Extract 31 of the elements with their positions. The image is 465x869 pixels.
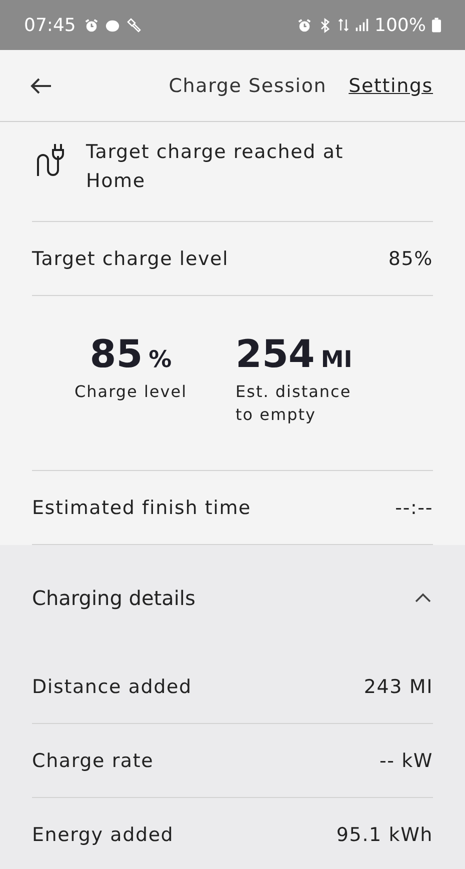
signal-icon [354,18,369,32]
row-label: Target charge level [32,248,229,270]
stat-label: Est. distance to empty [236,381,352,426]
row-value: 243 MI [364,676,433,698]
stat-unit: MI [320,347,352,373]
section-title: Charging details [32,586,196,610]
stat-label: Charge level [74,381,188,403]
alarm-icon [296,18,312,32]
row-value: --:-- [395,496,433,518]
stat-value: 254 [236,332,315,376]
row-value: -- kW [379,750,433,772]
stat-value: 85 [90,332,143,376]
row-label: Energy added [32,824,174,846]
battery-percent: 100% [374,14,426,36]
row-label: Estimated finish time [32,496,252,518]
notice-text: Target charge reached at Home [86,140,345,194]
section-toggle[interactable]: Charging details [32,545,433,650]
screen-title: Charge Session [168,74,327,96]
plug-icon [36,142,66,178]
clock-time: 07:45 [24,14,76,36]
settings-link[interactable]: Settings [348,74,433,96]
watch-badge-icon [104,18,120,32]
row-label: Charge rate [32,750,154,772]
stat-unit: % [148,347,172,373]
row-label: Distance added [32,676,192,698]
row-value: 95.1 kWh [336,824,433,846]
alarm-icon [84,18,99,32]
flashlight-icon [126,17,142,33]
data-arrows-icon [338,17,349,33]
battery-icon [432,17,441,33]
row-value: 85% [388,248,433,270]
